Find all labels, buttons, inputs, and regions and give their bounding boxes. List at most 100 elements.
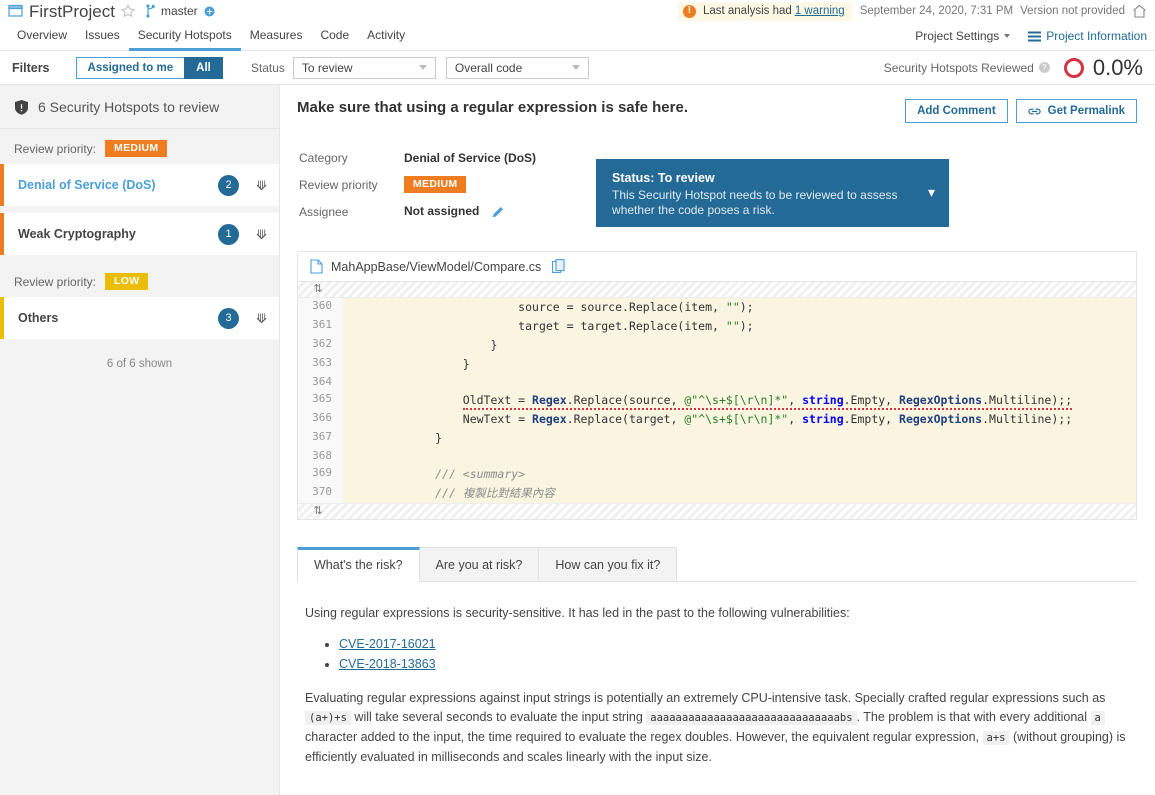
sidebar-item-others[interactable]: Others 3 ⟱ [0, 297, 279, 339]
code-line: 361 target = target.Replace(item, ""); [298, 317, 1136, 336]
chevron-down-icon[interactable]: ▾ [928, 184, 935, 201]
status-select[interactable]: To review [292, 56, 436, 79]
add-comment-button[interactable]: Add Comment [905, 99, 1008, 123]
project-name[interactable]: FirstProject [29, 3, 115, 20]
inline-code-2: aaaaaaaaaaaaaaaaaaaaaaaaaaaaaabs [646, 711, 857, 725]
line-number[interactable]: 369 [298, 465, 343, 484]
help-icon[interactable]: ? [1038, 62, 1050, 73]
line-number[interactable]: 365 [298, 391, 343, 410]
cve-list: CVE-2017-16021 CVE-2018-13863 [305, 636, 1129, 673]
cve-link[interactable]: CVE-2017-16021 [339, 637, 436, 651]
status-label: Status [250, 60, 285, 75]
expand-down-button[interactable]: ⇅ [298, 503, 1136, 519]
home-icon[interactable] [1132, 4, 1147, 18]
warning-icon: ! [682, 4, 696, 18]
line-number[interactable]: 364 [298, 374, 343, 391]
code-text: } [490, 338, 498, 352]
line-number[interactable]: 368 [298, 448, 343, 465]
project-information-link[interactable]: Project Information [1020, 29, 1147, 43]
category-value: Denial of Service (DoS) [404, 151, 537, 166]
nav-item-activity[interactable]: Activity [358, 22, 414, 51]
nav-item-code[interactable]: Code [311, 22, 358, 51]
star-icon[interactable] [120, 4, 135, 18]
nav-item-security-hotspots[interactable]: Security Hotspots [128, 22, 241, 51]
reviewed-metric: Security Hotspots Reviewed ? 0.0% [884, 55, 1143, 81]
chevron-down-icon[interactable]: ⟱ [256, 179, 267, 192]
line-number[interactable]: 370 [298, 484, 343, 503]
line-source: } [343, 429, 1136, 448]
tab-how-can-you-fix-it[interactable]: How can you fix it? [539, 547, 678, 581]
project-information-label: Project Information [1046, 29, 1147, 43]
priority-group-low-header: Review priority: LOW [0, 262, 279, 297]
all-button[interactable]: All [184, 56, 223, 79]
status-card[interactable]: Status: To review This Security Hotspot … [596, 159, 950, 227]
line-source: NewText = Regex.Replace(target, @"^\s+$[… [343, 410, 1136, 429]
get-permalink-label: Get Permalink [1047, 105, 1125, 117]
risk-tabs: What's the risk? Are you at risk? How ca… [297, 547, 1137, 582]
chevron-down-icon [1004, 34, 1011, 38]
tab-whats-the-risk[interactable]: What's the risk? [297, 547, 420, 582]
hotspots-sidebar: 6 Security Hotspots to review Review pri… [0, 85, 280, 795]
tab-are-you-at-risk[interactable]: Are you at risk? [419, 547, 540, 581]
code-text: } [435, 431, 443, 445]
scope-select[interactable]: Overall code [445, 56, 589, 79]
line-number[interactable]: 362 [298, 336, 343, 355]
line-number[interactable]: 360 [298, 298, 343, 317]
file-icon [310, 259, 323, 274]
copy-icon[interactable] [552, 259, 565, 274]
code-text: } [462, 357, 470, 371]
priority-key: Review priority [299, 177, 378, 192]
line-number[interactable]: 367 [298, 429, 343, 448]
line-source: /// 複製比對結果內容 [343, 484, 1136, 503]
cve-link[interactable]: CVE-2018-13863 [339, 657, 436, 671]
code-file-path[interactable]: MahAppBase/ViewModel/Compare.cs [331, 260, 541, 274]
warning-link[interactable]: 1 warning [795, 5, 845, 17]
line-number[interactable]: 363 [298, 355, 343, 374]
sidebar-item-weak-cryptography[interactable]: Weak Cryptography 1 ⟱ [0, 213, 279, 255]
line-source [343, 448, 1136, 465]
branch-icon [145, 4, 156, 18]
line-source: OldText = Regex.Replace(source, @"^\s+$[… [343, 391, 1136, 410]
category-count: 3 [218, 307, 240, 329]
code-line: 360 source = source.Replace(item, ""); [298, 298, 1136, 317]
line-source: source = source.Replace(item, ""); [343, 298, 1136, 317]
chevron-down-icon[interactable]: ⟱ [256, 228, 267, 241]
nav-item-issues[interactable]: Issues [76, 22, 129, 51]
assigned-to-me-button[interactable]: Assigned to me [75, 56, 185, 79]
assignee-toggle-group: Assigned to me All [75, 56, 223, 79]
sidebar-item-denial-of-service[interactable]: Denial of Service (DoS) 2 ⟱ [0, 164, 279, 206]
expand-arrows-icon: ⇅ [313, 283, 323, 295]
issue-location: OldText = Regex.Replace(source, @"^\s+$[… [462, 393, 1073, 410]
category-count: 2 [218, 174, 240, 196]
category-name: Weak Cryptography [18, 227, 136, 241]
reviewed-percentage: 0.0% [1092, 54, 1143, 80]
nav-item-measures[interactable]: Measures [241, 22, 312, 51]
edit-pencil-icon[interactable] [492, 204, 505, 220]
chevron-down-icon[interactable]: ⟱ [256, 312, 267, 325]
line-number[interactable]: 366 [298, 410, 343, 429]
get-permalink-button[interactable]: Get Permalink [1015, 99, 1137, 123]
code-table: 360 source = source.Replace(item, ""); 36… [298, 298, 1136, 503]
line-source: target = target.Replace(item, ""); [343, 317, 1136, 336]
status-select-value: To review [301, 60, 353, 75]
category-name: Others [18, 311, 59, 325]
nav-item-overview[interactable]: Overview [8, 22, 76, 51]
line-source: } [343, 355, 1136, 374]
project-settings-menu[interactable]: Project Settings [905, 29, 1020, 43]
category-count: 1 [218, 223, 240, 245]
code-line: 362 } [298, 336, 1136, 355]
project-icon [8, 4, 23, 18]
line-number[interactable]: 361 [298, 317, 343, 336]
expand-arrows-icon: ⇅ [313, 505, 323, 517]
category-name: Denial of Service (DoS) [18, 178, 156, 192]
code-line: 370 /// 複製比對結果內容 [298, 484, 1136, 503]
code-text: /// <summary> [435, 467, 526, 481]
list-icon [1028, 31, 1042, 42]
branch-name[interactable]: master [161, 4, 198, 18]
list-item: CVE-2017-16021 [339, 636, 1129, 653]
hotspot-detail: Make sure that using a regular expressio… [280, 85, 1155, 795]
main-area: 6 Security Hotspots to review Review pri… [0, 85, 1155, 795]
meta-row-priority: Review priority MEDIUM [299, 172, 536, 198]
expand-up-button[interactable]: ⇅ [298, 282, 1136, 298]
analysis-warning: ! Last analysis had 1 warning [677, 1, 852, 21]
